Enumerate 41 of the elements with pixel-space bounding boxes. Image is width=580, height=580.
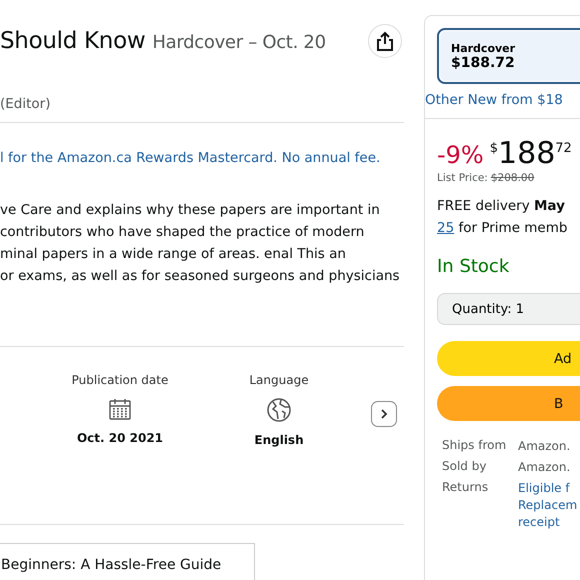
author-byline: (Editor) bbox=[0, 96, 404, 123]
returns-link[interactable]: Eligible f bbox=[518, 480, 580, 497]
description-line: minal papers in a wide range of areas. enal This an bbox=[0, 245, 347, 264]
format-option[interactable]: Hardcover $188.72 bbox=[437, 28, 580, 84]
list-price: List Price: $208.00 bbox=[437, 172, 536, 184]
globe-icon bbox=[266, 397, 292, 423]
stock-status: In Stock bbox=[437, 256, 510, 277]
info-label: Ships from bbox=[442, 438, 508, 454]
description-line: ve Care and explains why these papers are important in bbox=[0, 201, 381, 220]
delivery-text: for Prime memb bbox=[457, 220, 568, 236]
product-title: Should Know Hardcover – Oct. 20 bbox=[0, 28, 326, 54]
info-value: Amazon. bbox=[518, 459, 572, 476]
next-button[interactable] bbox=[371, 401, 397, 427]
calendar-icon bbox=[108, 397, 132, 421]
returns-link[interactable]: receipt bbox=[518, 514, 580, 531]
price-cents: 72 bbox=[555, 141, 572, 156]
price: 188 bbox=[498, 137, 556, 171]
share-icon bbox=[376, 31, 394, 51]
delivery-text: FREE delivery May bbox=[437, 198, 565, 214]
detail-value: English bbox=[254, 433, 304, 447]
other-sellers-link[interactable]: Other New from $18 bbox=[425, 92, 580, 119]
description-line: contributors who have shaped the practice of modern bbox=[0, 223, 366, 242]
promo-link[interactable]: l for the Amazon.ca Rewards Mastercard. No annual fee. bbox=[0, 150, 404, 166]
delivery-date-link[interactable]: 25 bbox=[437, 220, 454, 236]
discount: -9% bbox=[437, 141, 484, 169]
card-title: Beginners: A Hassle-Free Guide bbox=[0, 556, 222, 573]
chevron-right-icon bbox=[379, 408, 389, 420]
info-label: Returns bbox=[442, 480, 490, 496]
buy-now-button[interactable]: B bbox=[437, 386, 580, 421]
detail-label: Language bbox=[249, 373, 309, 387]
add-to-cart-button[interactable]: Ad bbox=[437, 341, 580, 376]
returns-link[interactable]: Replacem bbox=[518, 497, 580, 514]
detail-label: Publication date bbox=[72, 373, 168, 387]
info-value: Amazon. bbox=[518, 438, 572, 455]
description-line: or exams, as well as for seasoned surgeons and physicians bbox=[0, 267, 401, 286]
detail-value: Oct. 20 2021 bbox=[76, 431, 164, 445]
currency-symbol: $ bbox=[490, 141, 498, 156]
share-button[interactable] bbox=[368, 24, 402, 58]
quantity-dropdown[interactable]: Quantity: 1 bbox=[437, 293, 580, 325]
info-label: Sold by bbox=[442, 459, 488, 475]
related-card[interactable]: Beginners: A Hassle-Free Guide bbox=[0, 543, 255, 580]
